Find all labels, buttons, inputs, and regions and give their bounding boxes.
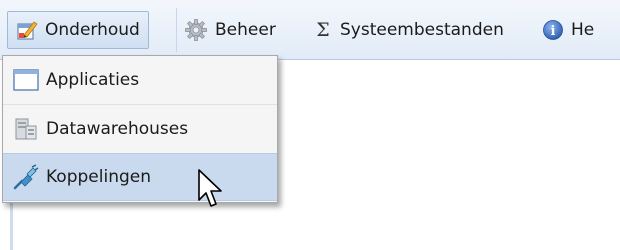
info-icon-glyph: i (551, 24, 556, 39)
edit-document-icon (16, 19, 38, 41)
menu-separator (176, 8, 177, 52)
menu-onderhoud-label: Onderhoud (45, 20, 140, 40)
menu-onderhoud[interactable]: Onderhoud (7, 11, 149, 49)
menu-item-datawarehouses-label: Datawarehouses (46, 119, 189, 139)
menu-systeembestanden-label: Systeembestanden (340, 20, 504, 40)
menu-beheer[interactable]: Beheer (184, 11, 276, 49)
menu-item-applicaties-label: Applicaties (46, 70, 140, 90)
server-icon (13, 116, 39, 142)
menu-beheer-label: Beheer (215, 20, 276, 40)
menu-help[interactable]: i He (542, 11, 594, 49)
sigma-icon: Σ (316, 19, 330, 41)
menu-item-datawarehouses[interactable]: Datawarehouses (3, 105, 277, 153)
menu-item-koppelingen[interactable]: Koppelingen (3, 153, 277, 201)
menu-bar: Onderhoud Beheer Σ Systeembestanden i He (0, 0, 620, 60)
menu-item-koppelingen-label: Koppelingen (46, 167, 151, 187)
plug-icon (13, 164, 39, 190)
menu-item-applicaties[interactable]: Applicaties (3, 56, 277, 104)
mouse-cursor-icon (197, 168, 227, 214)
onderhoud-dropdown: Applicaties Datawarehouses Koppelingen (2, 55, 278, 203)
info-icon: i (542, 19, 564, 41)
gear-icon (184, 18, 208, 42)
window-icon (13, 67, 39, 93)
menu-systeembestanden[interactable]: Σ Systeembestanden (313, 11, 504, 49)
menu-help-label: He (571, 20, 595, 40)
